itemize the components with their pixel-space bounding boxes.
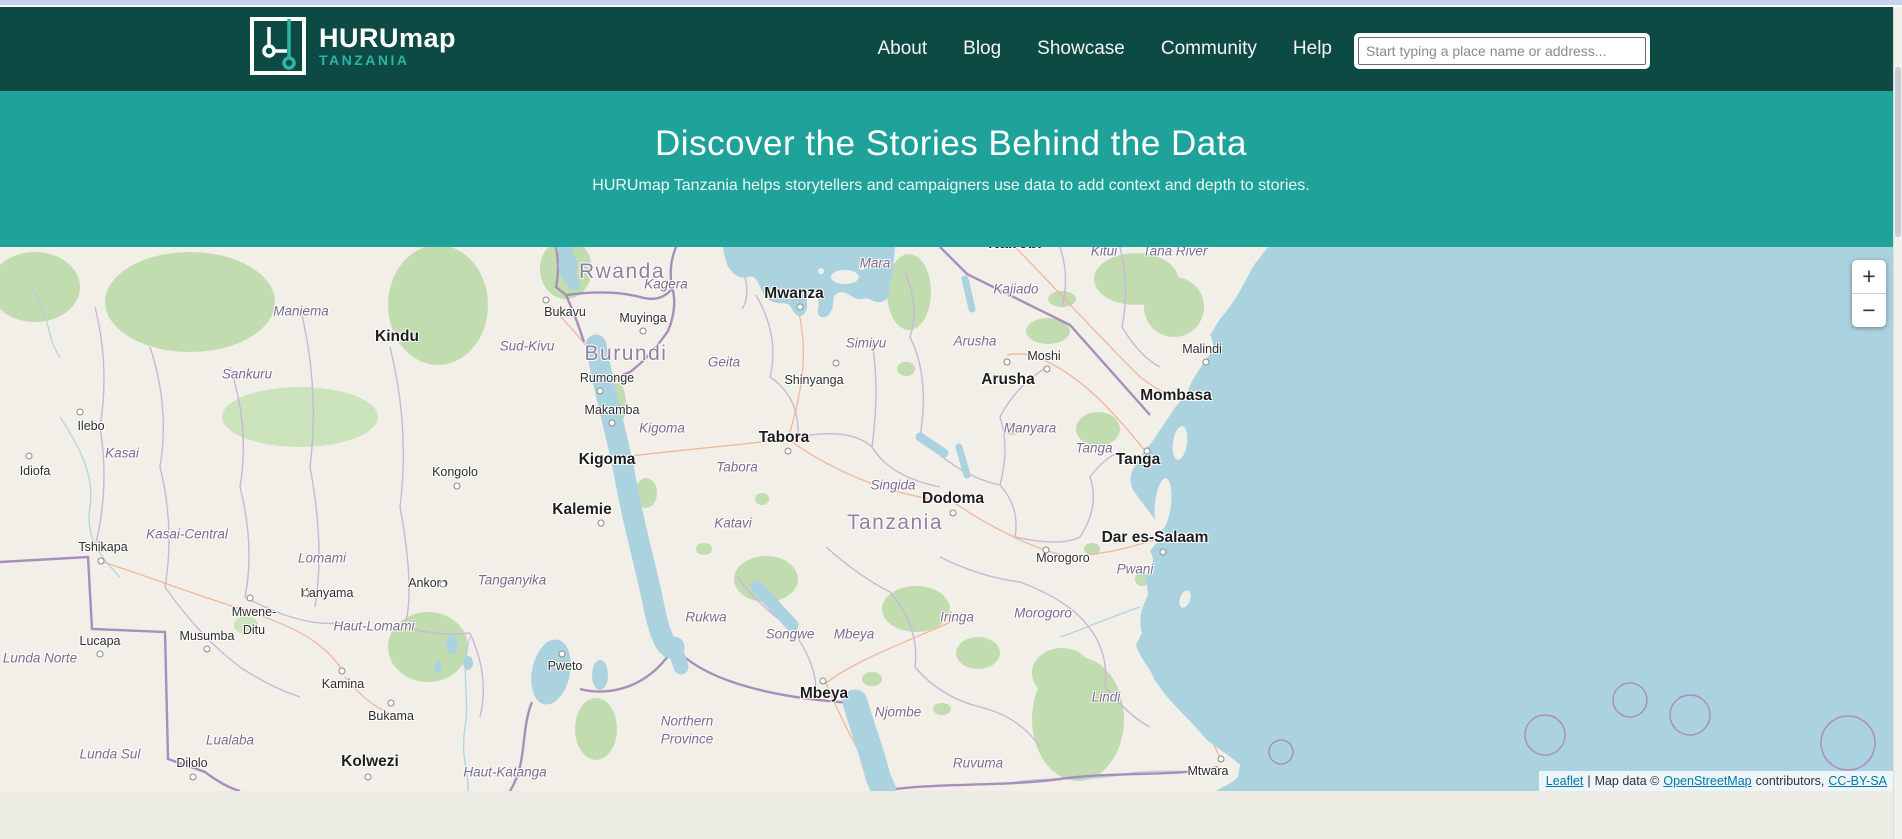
main-nav: About Blog Showcase Community Help (877, 7, 1332, 91)
osm-link[interactable]: OpenStreetMap (1663, 774, 1751, 788)
hero-subtitle: HURUmap Tanzania helps storytellers and … (0, 177, 1902, 195)
nav-item-help[interactable]: Help (1293, 38, 1332, 60)
zoom-control: + − (1852, 260, 1886, 327)
browser-top-strip-line (0, 5, 1902, 7)
attribution-divider: | (1587, 774, 1590, 788)
logo-title: HURUmap (319, 24, 456, 52)
hero-title: Discover the Stories Behind the Data (0, 124, 1902, 164)
page-scrollbar[interactable] (1893, 7, 1902, 839)
nav-item-showcase[interactable]: Showcase (1037, 38, 1125, 60)
logo-subtitle: TANZANIA (319, 52, 456, 68)
attribution-contributors: contributors, (1756, 774, 1825, 788)
nav-item-blog[interactable]: Blog (963, 38, 1001, 60)
map-attribution: Leaflet | Map data © OpenStreetMap contr… (1539, 771, 1894, 791)
site-header: HURUmap TANZANIA About Blog Showcase Com… (0, 7, 1902, 91)
attribution-text: Map data © (1595, 774, 1660, 788)
leaflet-map[interactable]: RwandaBurundiTanzaniaMaraKajiadoKituiTan… (0, 247, 1902, 791)
place-search (1354, 33, 1650, 69)
license-link[interactable]: CC-BY-SA (1828, 774, 1887, 788)
zoom-in-button[interactable]: + (1852, 260, 1886, 294)
leaflet-link[interactable]: Leaflet (1546, 774, 1584, 788)
search-input[interactable] (1358, 37, 1646, 65)
hurumap-logo[interactable]: HURUmap TANZANIA (249, 16, 456, 76)
nav-item-about[interactable]: About (877, 38, 927, 60)
page-footer (0, 791, 1902, 839)
scrollbar-thumb[interactable] (1895, 67, 1901, 237)
zoom-out-button[interactable]: − (1852, 294, 1886, 327)
hero-banner: Discover the Stories Behind the Data HUR… (0, 91, 1902, 247)
hurumap-logo-icon (249, 16, 307, 76)
nav-item-community[interactable]: Community (1161, 38, 1257, 60)
map-canvas (0, 247, 1902, 791)
